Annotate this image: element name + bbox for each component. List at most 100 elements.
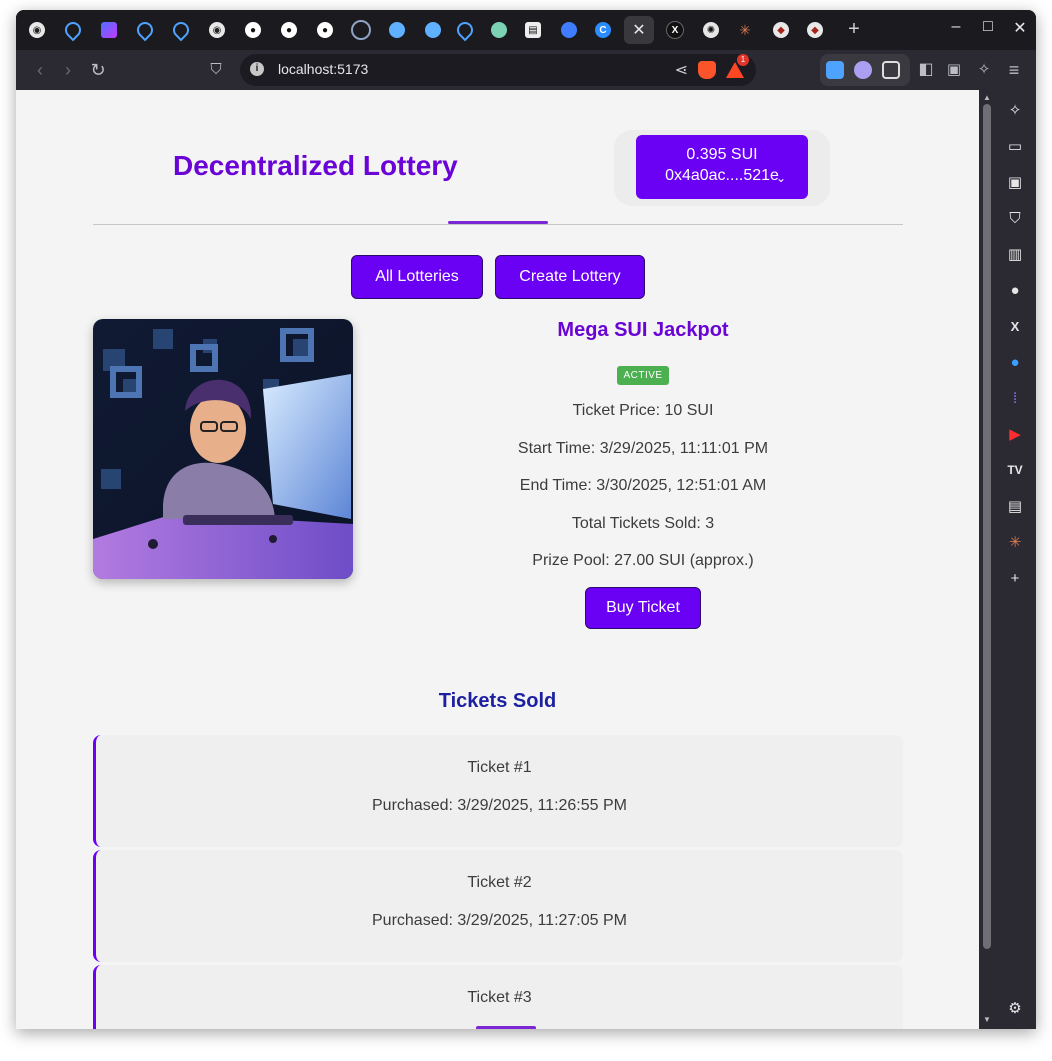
tab-19[interactable]: ✺	[696, 16, 726, 44]
notification-badge: 1	[737, 54, 749, 66]
site-info-icon[interactable]: i	[250, 62, 264, 76]
drop-icon	[169, 18, 193, 42]
tab-18[interactable]: X	[660, 16, 690, 44]
brave-shields-icon[interactable]	[698, 61, 716, 79]
add-icon[interactable]: +	[1005, 568, 1025, 588]
github-icon: ●	[317, 22, 333, 38]
tradingview-icon[interactable]: TV	[1005, 460, 1025, 480]
tab-16[interactable]	[554, 16, 584, 44]
claude-icon[interactable]: ✳	[1005, 532, 1025, 552]
wallet-icon[interactable]: ▣	[942, 58, 966, 82]
tab-9[interactable]: ●	[310, 16, 340, 44]
shield-icon: ◉	[29, 22, 45, 38]
menu-icon[interactable]: ≡	[1002, 58, 1026, 82]
phantom-icon[interactable]	[854, 61, 872, 79]
buy-ticket-button[interactable]: Buy Ticket	[585, 587, 701, 629]
drop-extension-icon[interactable]	[826, 61, 844, 79]
sui-icon	[351, 20, 371, 40]
wallet-balance: 0.395 SUI	[686, 146, 758, 163]
tab-10[interactable]	[346, 16, 376, 44]
tab-7[interactable]: ●	[238, 16, 268, 44]
notebook-icon: ▤	[525, 22, 541, 38]
tab-17[interactable]: C	[588, 16, 618, 44]
scroll-up-icon[interactable]: ▲	[983, 93, 991, 102]
url-text[interactable]: localhost:5173	[278, 61, 368, 77]
scroll-indicator	[476, 1026, 536, 1029]
tab-active[interactable]: ✕	[624, 16, 654, 44]
tab-strip: ◉ ◉ ● ● ● ▤ C ✕ X ✺ ✳ ◆ ◆ + – □ ✕	[16, 10, 1036, 50]
scrollbar[interactable]: ▲ ▼	[979, 90, 995, 1029]
wallet-button[interactable]: 0.395 SUI 0x4a0ac....521e ⌄	[636, 135, 808, 199]
claude-icon: ✳	[739, 21, 751, 38]
tab-21[interactable]: ◆	[766, 16, 796, 44]
new-tab-button[interactable]: +	[842, 18, 866, 41]
tab-2[interactable]	[58, 16, 88, 44]
ticket-number: Ticket #3	[467, 989, 532, 1006]
sui-icon	[561, 22, 577, 38]
minimize-button[interactable]: –	[944, 18, 968, 36]
brave-icon: ◆	[807, 22, 823, 38]
globe-icon[interactable]: ●	[1005, 352, 1025, 372]
x-icon[interactable]: X	[1005, 316, 1025, 336]
ticket-card: Ticket #3	[93, 965, 903, 1029]
tab-5[interactable]	[166, 16, 196, 44]
audio-wave-icon[interactable]: ⦙	[1005, 388, 1025, 408]
drop-icon	[61, 18, 85, 42]
globe-icon	[389, 22, 405, 38]
status-row: ACTIVE	[356, 365, 930, 385]
tab-14[interactable]	[484, 16, 514, 44]
tickets-sold-title: Tickets Sold	[438, 690, 557, 712]
reload-icon[interactable]: ↻	[86, 58, 110, 82]
end-time: End Time: 3/30/2025, 12:51:01 AM	[519, 477, 767, 494]
divider-accent	[448, 221, 548, 224]
chevron-down-icon: ⌄	[775, 171, 786, 185]
browser-toolbar: ‹ › ↻ ⛉ i localhost:5173 ⋖ 1 ◧ ▣ ✧ ≡	[16, 50, 1036, 90]
bookmark-icon[interactable]: ⛉	[204, 58, 228, 82]
notebook-icon[interactable]: ▤	[1005, 496, 1025, 516]
tab-6[interactable]: ◉	[202, 16, 232, 44]
settings-gear-icon[interactable]: ⚙	[1005, 998, 1025, 1018]
forward-icon[interactable]: ›	[56, 58, 80, 82]
maximize-button[interactable]: □	[976, 18, 1000, 36]
brave-icon: ◆	[773, 22, 789, 38]
puzzle-icon[interactable]	[882, 61, 900, 79]
github-icon: ●	[281, 22, 297, 38]
tab-4[interactable]	[130, 16, 160, 44]
address-bar[interactable]: i localhost:5173 ⋖ 1	[240, 54, 756, 86]
bookmarks-icon[interactable]: ⛉	[1005, 208, 1025, 228]
share-icon[interactable]: ⋖	[675, 60, 688, 80]
brave-rewards-icon[interactable]: 1	[726, 54, 749, 78]
leo-icon[interactable]: ✧	[1005, 100, 1025, 120]
close-window-button[interactable]: ✕	[1008, 18, 1032, 38]
create-lottery-button[interactable]: Create Lottery	[495, 255, 645, 299]
openai-icon: ✺	[703, 22, 719, 38]
all-lotteries-button[interactable]: All Lotteries	[351, 255, 483, 299]
reading-list-icon[interactable]: ▥	[1005, 244, 1025, 264]
lottery-name: Mega SUI Jackpot	[557, 319, 729, 341]
github-icon[interactable]: ●	[1005, 280, 1025, 300]
tab-11[interactable]	[382, 16, 412, 44]
app-icon	[101, 22, 117, 38]
wallet-icon[interactable]: ▣	[1005, 172, 1025, 192]
tab-3[interactable]	[94, 16, 124, 44]
browser-sidebar: ✧ ▭ ▣ ⛉ ▥ ● X ● ⦙ ▶ TV ▤ ✳ + ⚙	[995, 90, 1036, 1029]
youtube-icon[interactable]: ▶	[1005, 424, 1025, 444]
video-call-icon[interactable]: ▭	[1005, 136, 1025, 156]
tab-1[interactable]: ◉	[22, 16, 52, 44]
ticket-price: Ticket Price: 10 SUI	[572, 402, 714, 419]
scrollbar-thumb[interactable]	[983, 104, 991, 949]
sidebar-toggle-icon[interactable]: ◧	[914, 58, 938, 82]
back-icon[interactable]: ‹	[28, 58, 52, 82]
scroll-down-icon[interactable]: ▼	[983, 1015, 991, 1024]
lottery-image	[93, 319, 353, 579]
leo-icon[interactable]: ✧	[972, 58, 996, 82]
close-icon[interactable]: ✕	[632, 20, 645, 40]
ticket-number: Ticket #1	[467, 759, 532, 776]
tab-20[interactable]: ✳	[730, 16, 760, 44]
tab-22[interactable]: ◆	[800, 16, 830, 44]
tab-12[interactable]	[418, 16, 448, 44]
tab-13[interactable]	[450, 16, 480, 44]
globe-icon	[425, 22, 441, 38]
tab-8[interactable]: ●	[274, 16, 304, 44]
tab-15[interactable]: ▤	[518, 16, 548, 44]
